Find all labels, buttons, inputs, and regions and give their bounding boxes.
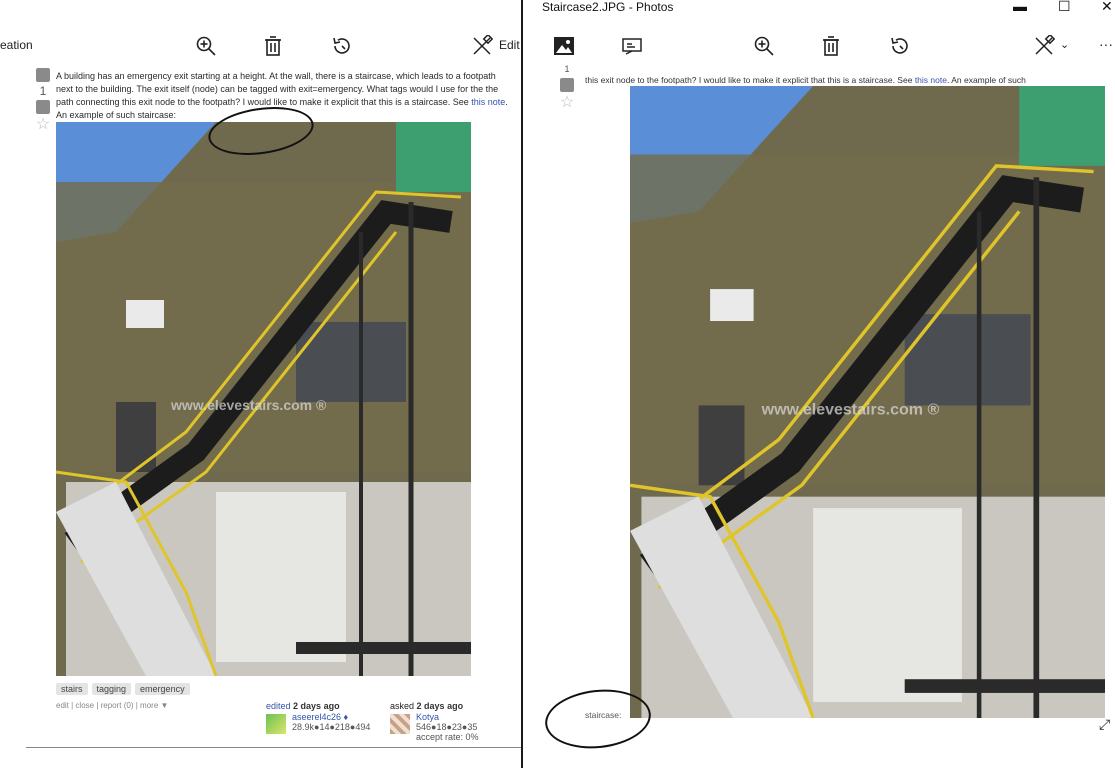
toolbar-partial-label[interactable]: eation bbox=[0, 38, 33, 52]
image-icon[interactable] bbox=[553, 35, 575, 57]
separator-line bbox=[26, 747, 521, 748]
asker-name[interactable]: Kotya bbox=[416, 712, 479, 722]
edited-signature: edited 2 days ago bbox=[266, 701, 340, 711]
editor-reputation: 28.9k●14●218●494 bbox=[292, 722, 371, 732]
rotate-icon[interactable] bbox=[331, 35, 353, 57]
edited-action: edited bbox=[266, 701, 291, 711]
downvote-icon[interactable] bbox=[560, 78, 574, 92]
tag-tagging[interactable]: tagging bbox=[91, 683, 132, 695]
window-title: Staircase2.JPG - Photos bbox=[542, 0, 674, 14]
note-link[interactable]: this note bbox=[471, 97, 505, 107]
staircase-photo: www.elevestairs.com ® bbox=[630, 86, 1105, 718]
photo-watermark: www.elevestairs.com ® bbox=[170, 397, 327, 413]
more-options-button[interactable]: ··· bbox=[1099, 36, 1113, 52]
favorite-star-icon[interactable]: ☆ bbox=[558, 92, 576, 112]
close-button[interactable]: ✕ bbox=[1101, 0, 1113, 15]
zoom-in-icon[interactable] bbox=[195, 35, 217, 57]
editor-avatar[interactable] bbox=[266, 714, 286, 734]
staircase-photo: www.elevestairs.com ® bbox=[56, 122, 471, 676]
upvote-icon[interactable] bbox=[36, 68, 50, 82]
tag-list: stairs tagging emergency bbox=[56, 683, 190, 695]
editor-name[interactable]: aseerel4c26 ♦ bbox=[292, 712, 370, 722]
edit-label[interactable]: Edit bbox=[499, 38, 520, 52]
zoom-in-icon[interactable] bbox=[753, 35, 775, 57]
edited-time: 2 days ago bbox=[293, 701, 340, 711]
tag-emergency[interactable]: emergency bbox=[135, 683, 190, 695]
asker-avatar[interactable] bbox=[390, 714, 410, 734]
fragment-text: this exit node to the footpath? I would … bbox=[585, 75, 913, 85]
vote-column: 1 ☆ bbox=[34, 68, 52, 134]
maximize-button[interactable]: ☐ bbox=[1058, 0, 1071, 15]
minimize-button[interactable]: ▬ bbox=[1013, 0, 1027, 14]
tag-stairs[interactable]: stairs bbox=[56, 683, 88, 695]
vote-count: 1 bbox=[564, 64, 570, 74]
vote-column: 1 ☆ bbox=[558, 64, 576, 112]
expand-icon[interactable]: ⤢ bbox=[1099, 716, 1110, 733]
post-menu[interactable]: edit | close | report (0) | more ▼ bbox=[56, 701, 168, 710]
left-photos-window: eation Edit 1 ☆ A building has an emerge… bbox=[0, 0, 521, 768]
delete-icon[interactable] bbox=[820, 35, 842, 57]
question-text: A building has an emergency exit startin… bbox=[56, 71, 499, 107]
rotate-icon[interactable] bbox=[889, 35, 911, 57]
fragment-tail: . An example of such bbox=[946, 75, 1026, 85]
edit-create-icon[interactable] bbox=[1033, 35, 1055, 57]
title-bar: Staircase2.JPG - Photos ▬ ☐ ✕ bbox=[523, 0, 1115, 14]
chevron-down-icon[interactable]: ⌄ bbox=[1060, 38, 1069, 51]
asker-info: Kotya 546●18●23●35 accept rate: 0% bbox=[416, 712, 479, 742]
edit-create-icon[interactable] bbox=[471, 35, 493, 57]
note-link[interactable]: this note bbox=[915, 75, 947, 85]
delete-icon[interactable] bbox=[262, 35, 284, 57]
asked-time: 2 days ago bbox=[416, 701, 464, 711]
asked-signature: asked 2 days ago bbox=[390, 701, 463, 711]
vote-count: 1 bbox=[39, 84, 47, 98]
right-photos-window: Staircase2.JPG - Photos ▬ ☐ ✕ ⌄ ··· 1 ☆ … bbox=[523, 0, 1115, 768]
downvote-icon[interactable] bbox=[36, 100, 50, 114]
asker-accept-rate: accept rate: 0% bbox=[416, 732, 479, 742]
editor-info: aseerel4c26 ♦ 28.9k●14●218●494 bbox=[292, 712, 370, 732]
photo-watermark: www.elevestairs.com ® bbox=[761, 402, 940, 419]
favorite-star-icon[interactable]: ☆ bbox=[34, 114, 52, 134]
asked-action: asked bbox=[390, 701, 415, 711]
asker-reputation: 546●18●23●35 bbox=[416, 722, 478, 732]
slideshow-icon[interactable] bbox=[621, 35, 643, 57]
question-fragment: this exit node to the footpath? I would … bbox=[585, 74, 1105, 86]
